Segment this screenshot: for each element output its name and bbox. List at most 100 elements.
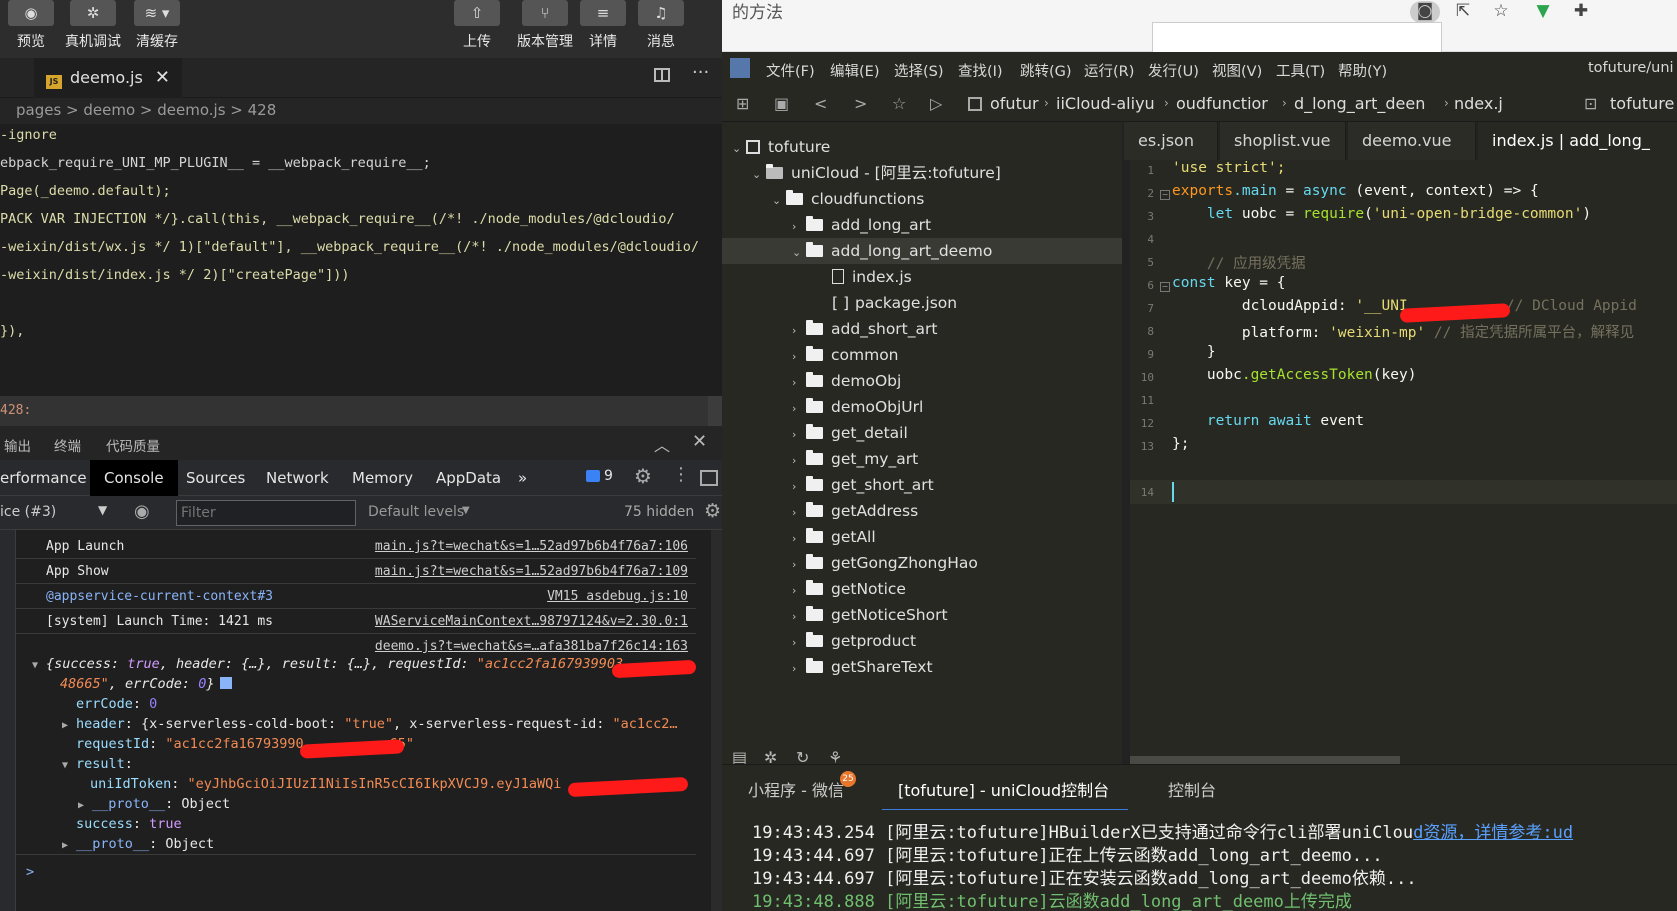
- path-segment[interactable]: ofutur: [990, 94, 1039, 113]
- version-button[interactable]: ⑂ 版本管理: [508, 0, 582, 58]
- tab-console[interactable]: 控制台: [1168, 777, 1216, 801]
- docs-link[interactable]: d资源，详情参考:ud: [1413, 823, 1573, 843]
- preview-button[interactable]: ◉ 预览: [0, 0, 62, 58]
- tree-folder[interactable]: › get_my_art: [792, 446, 918, 472]
- path-project[interactable]: tofuture: [1610, 94, 1674, 113]
- tree-folder[interactable]: › getAll: [792, 524, 876, 550]
- tree-unicloud[interactable]: ⌄ uniCloud - [阿里云:tofuture]: [752, 160, 1001, 186]
- tree-project[interactable]: ⌄ tofuture: [732, 134, 830, 160]
- source-link[interactable]: main.js?t=wechat&s=1…52ad97b6b4f76a7:106: [375, 534, 688, 559]
- save-icon[interactable]: ▣: [774, 94, 789, 113]
- filter-input[interactable]: [176, 500, 356, 526]
- tab-miniprogram-wechat[interactable]: 小程序 - 微信: [748, 777, 844, 801]
- tab-memory[interactable]: Memory: [338, 460, 427, 496]
- tree-folder[interactable]: › add_short_art: [792, 316, 937, 342]
- tree-folder[interactable]: › getAddress: [792, 498, 918, 524]
- back-icon[interactable]: <: [814, 94, 827, 113]
- path-segment[interactable]: oudfunctior: [1176, 94, 1268, 113]
- tree-folder[interactable]: › demoObj: [792, 368, 901, 394]
- console-prompt[interactable]: >: [26, 862, 34, 882]
- collapse-panel-icon[interactable]: ︿: [654, 432, 670, 456]
- tree-file-index[interactable]: index.js: [832, 264, 912, 290]
- details-button[interactable]: ≡ 详情: [572, 0, 634, 58]
- menu-goto[interactable]: 跳转(G): [1020, 60, 1072, 81]
- menu-run[interactable]: 运行(R): [1084, 60, 1134, 81]
- kebab-icon[interactable]: ⋮: [672, 464, 690, 485]
- tree-folder[interactable]: › common: [792, 342, 899, 368]
- split-editor-icon[interactable]: [654, 68, 670, 82]
- tab-performance[interactable]: erformance: [0, 460, 101, 496]
- tree-file-package[interactable]: [ ] package.json: [832, 290, 957, 316]
- close-panel-icon[interactable]: ✕: [692, 431, 707, 452]
- messages-button[interactable]: ♫ 消息: [630, 0, 692, 58]
- source-link[interactable]: main.js?t=wechat&s=1…52ad97b6b4f76a7:109: [375, 559, 688, 584]
- forward-icon[interactable]: >: [854, 94, 867, 113]
- horizontal-scrollbar[interactable]: [1130, 756, 1400, 764]
- close-tab-icon[interactable]: ✕: [155, 58, 170, 98]
- upload-button[interactable]: ⇧ 上传: [446, 0, 508, 58]
- tree-folder-selected[interactable]: ⌄ add_long_art_deemo: [722, 238, 1122, 264]
- tab-appdata[interactable]: AppData: [422, 460, 515, 496]
- menu-help[interactable]: 帮助(Y): [1338, 60, 1387, 81]
- eye-icon[interactable]: ◉: [134, 501, 150, 522]
- star-icon[interactable]: ☆: [1486, 1, 1516, 23]
- gear-icon[interactable]: ⚙: [704, 500, 721, 522]
- dock-icon[interactable]: [700, 470, 718, 486]
- tab-deemo-js[interactable]: JS deemo.js ✕: [34, 58, 182, 98]
- more-icon[interactable]: ···: [692, 62, 709, 83]
- more-tabs-icon[interactable]: »: [504, 460, 541, 496]
- tab-output[interactable]: 输出: [4, 435, 31, 455]
- tree-folder[interactable]: › getGongZhongHao: [792, 550, 978, 576]
- tree-folder[interactable]: › getproduct: [792, 628, 916, 654]
- fold-icon[interactable]: −: [1160, 190, 1170, 200]
- tree-folder[interactable]: › get_short_art: [792, 472, 934, 498]
- expand-triangle-icon[interactable]: ▶: [78, 796, 84, 816]
- lens-icon[interactable]: ◙: [1410, 1, 1440, 23]
- tab-index-js[interactable]: index.js | add_long_: [1478, 122, 1677, 160]
- new-file-icon[interactable]: ⊞: [736, 94, 749, 113]
- remote-debug-button[interactable]: ✲ 真机调试: [62, 0, 124, 58]
- menu-view[interactable]: 视图(V): [1212, 60, 1262, 81]
- prop-proto-root[interactable]: ▶ __proto__: Object: [62, 834, 214, 854]
- expand-triangle-icon[interactable]: ▼: [32, 656, 38, 676]
- tab-network[interactable]: Network: [252, 460, 343, 496]
- tree-folder[interactable]: › get_detail: [792, 420, 908, 446]
- result-object-summary[interactable]: ▼ {success: true, header: {…}, result: {……: [32, 654, 623, 674]
- tree-folder[interactable]: › getNoticeShort: [792, 602, 948, 628]
- log-levels-select[interactable]: Default levels: [368, 504, 464, 520]
- tab-unicloud-console[interactable]: [tofuture] - uniCloud控制台: [898, 777, 1109, 801]
- tab-sources[interactable]: Sources: [172, 460, 259, 496]
- tab-console[interactable]: Console: [90, 460, 178, 496]
- menu-tools[interactable]: 工具(T): [1276, 60, 1325, 81]
- menu-select[interactable]: 选择(S): [894, 60, 944, 81]
- tree-folder[interactable]: › getNotice: [792, 576, 906, 602]
- expand-triangle-icon[interactable]: ▼: [62, 756, 68, 776]
- prop-proto-result[interactable]: ▶ __proto__: Object: [78, 794, 230, 814]
- tab-code-quality[interactable]: 代码质量: [106, 435, 160, 455]
- tab-terminal[interactable]: 终端: [54, 435, 81, 455]
- run-icon[interactable]: ▷: [930, 94, 942, 113]
- tab-shoplist[interactable]: shoplist.vue: [1220, 122, 1346, 160]
- menu-find[interactable]: 查找(I): [958, 60, 1003, 81]
- menu-publish[interactable]: 发行(U): [1148, 60, 1199, 81]
- star-icon[interactable]: ☆: [892, 94, 906, 113]
- pane-splitter[interactable]: [1122, 122, 1130, 817]
- expand-triangle-icon[interactable]: ▶: [62, 836, 68, 856]
- clear-cache-button[interactable]: ≋ ▾ 清缓存: [126, 0, 188, 58]
- vue-extension-icon[interactable]: ▼: [1528, 1, 1558, 23]
- expand-triangle-icon[interactable]: ▶: [62, 716, 68, 736]
- fold-icon[interactable]: −: [1160, 282, 1170, 292]
- path-segment[interactable]: ndex.j: [1454, 94, 1503, 113]
- code-editor[interactable]: -ignore ebpack_require_UNI_MP_PLUGIN__ =…: [0, 124, 722, 396]
- menu-edit[interactable]: 编辑(E): [830, 60, 879, 81]
- path-segment[interactable]: d_long_art_deen: [1294, 94, 1425, 113]
- tree-folder[interactable]: › add_long_art: [792, 212, 931, 238]
- path-segment[interactable]: iiCloud-aliyu: [1056, 94, 1155, 113]
- issues-icon[interactable]: [586, 470, 600, 482]
- tree-folder[interactable]: › getShareText: [792, 654, 933, 680]
- puzzle-icon[interactable]: ✚: [1566, 1, 1596, 23]
- tab-json[interactable]: es.json: [1124, 122, 1218, 160]
- tree-folder[interactable]: › demoObjUrl: [792, 394, 923, 420]
- context-select[interactable]: ice (#3): [0, 504, 56, 520]
- prop-result[interactable]: ▼ result:: [62, 754, 133, 774]
